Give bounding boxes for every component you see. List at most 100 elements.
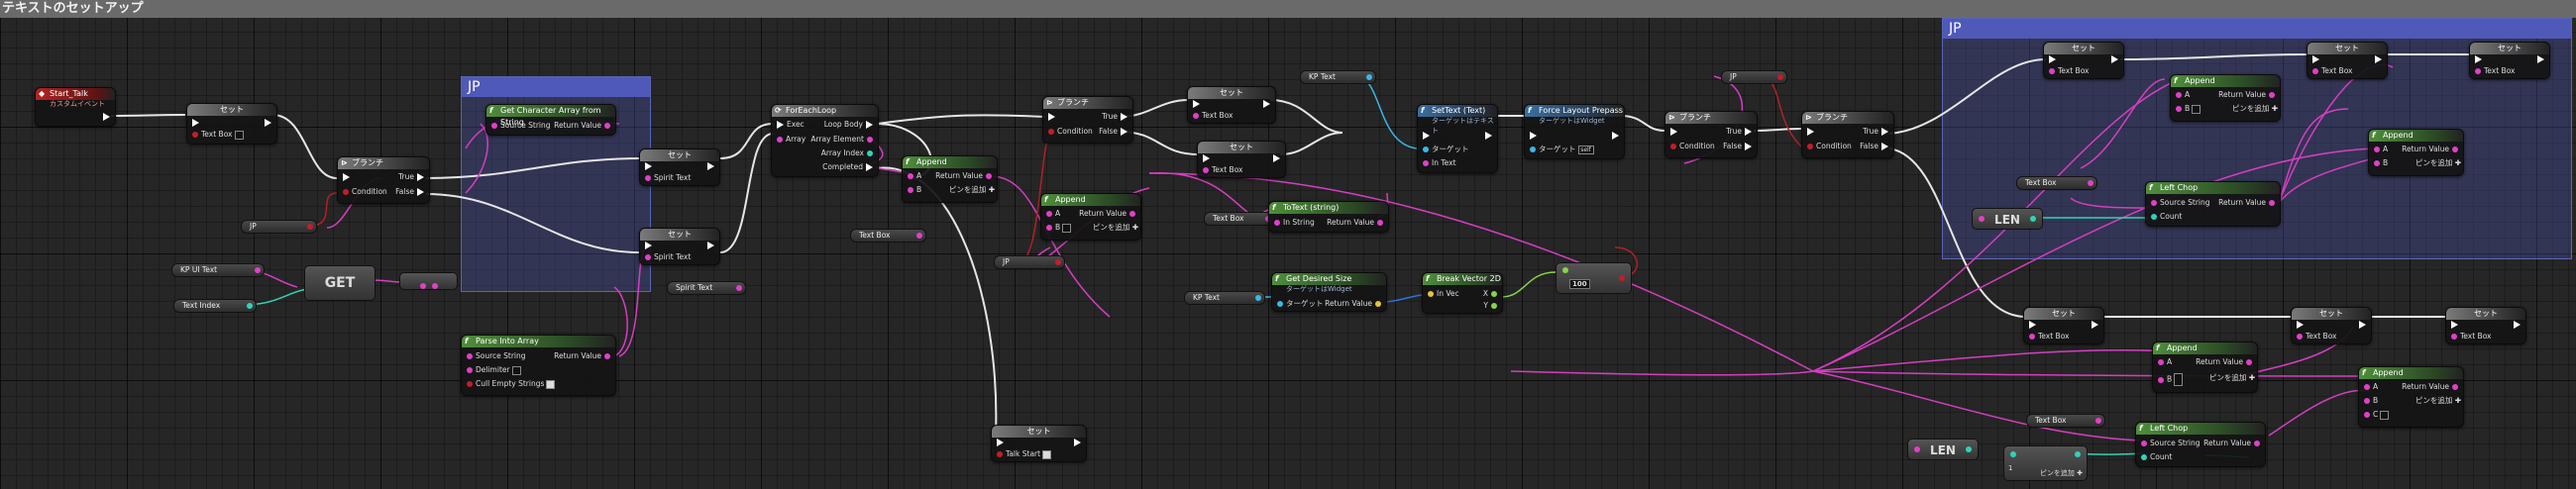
- left-chop-node[interactable]: f Left Chop Source String Return Value Co…: [2145, 181, 2281, 227]
- branch-node[interactable]: ⊳ ブランチ True Condition False: [1801, 111, 1894, 158]
- text-box-pin[interactable]: Text Box: [189, 130, 244, 140]
- to-text-string-node[interactable]: f ToText (string) In String Return Value: [1268, 201, 1389, 233]
- exec-out-pin[interactable]: [1609, 131, 1622, 140]
- kp-text-variable[interactable]: KP Text: [1300, 70, 1376, 84]
- source-string-pin[interactable]: Source String: [464, 351, 526, 360]
- return-value-pin[interactable]: Return Value: [2203, 439, 2263, 447]
- set-text-box-node[interactable]: セット Text Box: [2469, 42, 2550, 79]
- break-vector-2d-node[interactable]: f Break Vector 2D In Vec X Y: [1422, 272, 1503, 314]
- a-pin[interactable]: A: [2155, 357, 2172, 366]
- jp-variable[interactable]: JP: [241, 220, 317, 234]
- true-pin[interactable]: True: [1726, 127, 1755, 136]
- set-text-node[interactable]: f SetText (Text) ターゲットはテキスト ターゲット In Text: [1417, 104, 1498, 173]
- result-pin[interactable]: [1619, 275, 1625, 281]
- exec-in-pin[interactable]: [1045, 112, 1058, 121]
- b-pin[interactable]: B: [905, 185, 921, 194]
- delimiter-pin[interactable]: Delimiter: [464, 365, 521, 375]
- exec-out-pin[interactable]: [262, 118, 274, 127]
- append-node[interactable]: f Append A Return Value B ピンを追加 ✚: [902, 155, 998, 203]
- add-pin-button[interactable]: ピンを追加 ✚: [2232, 104, 2278, 113]
- text-box-pin[interactable]: Text Box: [2309, 66, 2353, 75]
- string-conv-node[interactable]: [399, 272, 458, 290]
- exec-in-pin[interactable]: [2294, 320, 2307, 329]
- exec-in-pin[interactable]: [642, 161, 655, 170]
- a-pin[interactable]: A: [905, 171, 921, 180]
- checkbox-text-box[interactable]: [234, 130, 244, 140]
- subtract-int-node[interactable]: 1 ピンを追加 ✚: [2003, 445, 2088, 481]
- compare-float-node[interactable]: 100: [1556, 262, 1632, 294]
- a-pin[interactable]: A: [1043, 209, 1060, 218]
- spirit-text-variable[interactable]: Spirit Text: [667, 281, 746, 295]
- get-character-array-node[interactable]: f Get Character Array from String Source …: [485, 104, 616, 136]
- text-box-pin[interactable]: Text Box: [2448, 332, 2492, 341]
- condition-pin[interactable]: Condition: [1667, 142, 1715, 150]
- b-field[interactable]: [2192, 104, 2201, 114]
- text-box-variable[interactable]: Text Box: [850, 229, 926, 243]
- set-text-box-node[interactable]: セット Text Box: [1197, 141, 1286, 178]
- exec-in-pin[interactable]: [2472, 54, 2485, 63]
- false-pin[interactable]: False: [395, 187, 427, 196]
- return-value-pin[interactable]: Return Value: [1325, 299, 1384, 308]
- source-string-pin[interactable]: Source String: [2138, 439, 2200, 447]
- exec-in-pin[interactable]: [2309, 54, 2322, 63]
- add-pin-button[interactable]: ピンを追加 ✚: [2415, 396, 2461, 405]
- exec-in-pin[interactable]: Exec: [774, 120, 805, 129]
- source-string-pin[interactable]: Source String: [2148, 198, 2210, 207]
- a-pin[interactable]: A: [2361, 382, 2378, 391]
- false-pin[interactable]: False: [1860, 142, 1891, 150]
- for-each-loop-node[interactable]: ⟳ ForEachLoop Exec Loop Body Array Array …: [771, 104, 879, 177]
- exec-out-pin[interactable]: [1270, 153, 1283, 162]
- y-pin[interactable]: Y: [1483, 301, 1500, 310]
- true-pin[interactable]: True: [1863, 127, 1891, 136]
- branch-node[interactable]: ⊳ ブランチ True Condition False: [1664, 111, 1758, 158]
- b-pin[interactable]: B: [2361, 396, 2378, 405]
- exec-in-pin[interactable]: [189, 118, 202, 127]
- true-pin[interactable]: True: [398, 172, 427, 181]
- text-box-variable[interactable]: Text Box: [2026, 414, 2105, 428]
- target-pin[interactable]: ターゲット: [1420, 145, 1469, 153]
- return-value-pin[interactable]: Return Value: [935, 171, 995, 180]
- source-string-pin[interactable]: Source String: [488, 121, 551, 130]
- exec-in-pin[interactable]: [1420, 131, 1433, 140]
- exec-out-pin[interactable]: [1260, 99, 1273, 108]
- return-value-pin[interactable]: Return Value: [1327, 218, 1386, 227]
- parse-into-array-node[interactable]: f Parse Into Array Source String Return V…: [461, 335, 616, 396]
- b-field[interactable]: [1062, 223, 1072, 233]
- exec-in-pin[interactable]: [1667, 127, 1680, 136]
- array-index-pin[interactable]: Array Index: [821, 148, 876, 157]
- exec-in-pin[interactable]: [1200, 153, 1213, 162]
- return-value-pin[interactable]: Return Value: [554, 351, 613, 360]
- left-chop-node[interactable]: f Left Chop Source String Return Value Co…: [2135, 422, 2266, 467]
- return-value-pin[interactable]: Return Value: [1079, 209, 1138, 218]
- a-pin[interactable]: [2010, 451, 2016, 457]
- exec-out-pin[interactable]: [2534, 54, 2547, 63]
- exec-in-pin[interactable]: [994, 438, 1007, 446]
- target-pin[interactable]: ターゲット self: [1527, 145, 1594, 154]
- text-box-pin[interactable]: Text Box: [2046, 66, 2090, 75]
- b-pin[interactable]: B: [2371, 158, 2388, 167]
- exec-out-pin[interactable]: [1482, 131, 1495, 140]
- exec-out-pin[interactable]: [704, 161, 717, 170]
- target-value[interactable]: self: [1577, 145, 1594, 154]
- add-pin-button[interactable]: ピンを追加 ✚: [2040, 468, 2083, 478]
- set-spirit-text-node[interactable]: セット Spirit Text: [639, 148, 720, 186]
- exec-out-pin[interactable]: [1071, 438, 1084, 446]
- text-index-variable[interactable]: Text Index: [173, 299, 257, 313]
- array-element-pin[interactable]: Array Element: [810, 135, 876, 144]
- kp-text-variable[interactable]: KP Text: [1184, 291, 1265, 305]
- false-pin[interactable]: False: [1099, 127, 1130, 136]
- blueprint-graph[interactable]: テキストのセットアップ JP JP ◆ Start_Talk カスタムイベント …: [0, 0, 2576, 489]
- jp-variable[interactable]: JP: [1721, 70, 1787, 84]
- string-pin-out[interactable]: [431, 282, 438, 289]
- x-pin[interactable]: X: [1483, 289, 1500, 298]
- kp-ui-text-variable[interactable]: KP UI Text: [171, 263, 265, 277]
- exec-out-pin[interactable]: [2511, 320, 2523, 329]
- text-box-pin[interactable]: Text Box: [1200, 165, 1243, 174]
- text-box-pin[interactable]: Text Box: [2026, 332, 2070, 341]
- exec-out-pin[interactable]: [2089, 320, 2101, 329]
- exec-in-pin[interactable]: [1804, 127, 1817, 136]
- return-value-pin[interactable]: Return Value: [2218, 198, 2278, 207]
- append-node[interactable]: f Append A Return Value B ピンを追加 ✚: [1040, 193, 1141, 241]
- add-pin-button[interactable]: ピンを追加 ✚: [1093, 223, 1138, 232]
- return-value-pin[interactable]: Return Value: [2196, 357, 2255, 366]
